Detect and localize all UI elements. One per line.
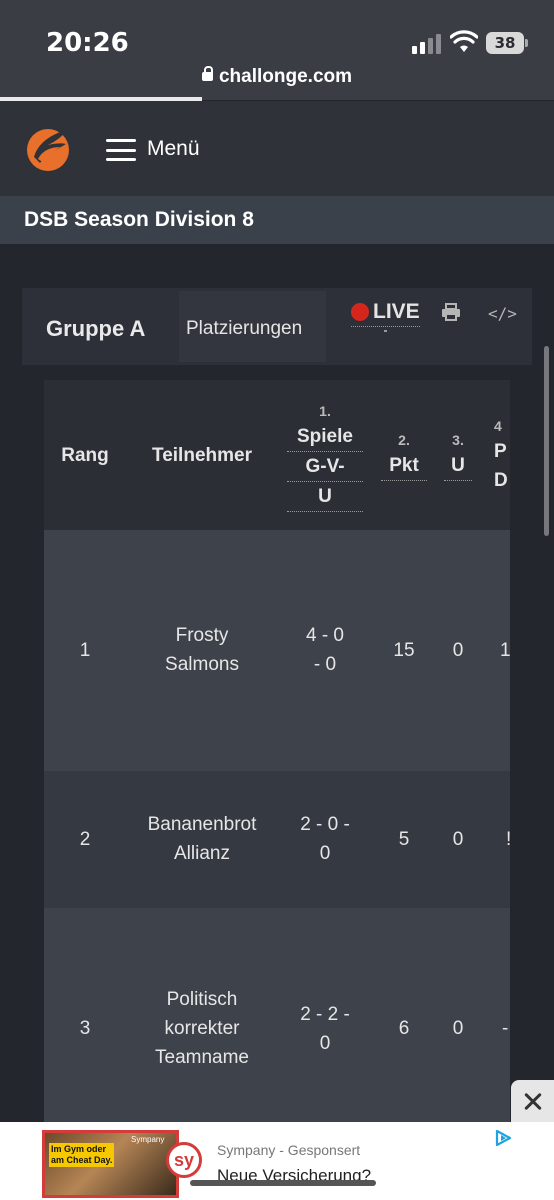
tab-standings[interactable]: Platzierungen: [179, 291, 326, 362]
live-underline: [384, 330, 387, 332]
tab-standings-label: Platzierungen: [186, 318, 303, 339]
row-rank: 1: [79, 640, 91, 661]
row-rank: 2: [79, 829, 91, 850]
sympany-logo-icon: sy: [166, 1142, 202, 1178]
wifi-icon: [450, 30, 478, 52]
group-toolbar: Gruppe A Platzierungen LIVE </>: [22, 288, 532, 365]
row-participant[interactable]: Politisch korrekter Teamname: [126, 985, 278, 1072]
cellular-signal-icon: [412, 34, 441, 54]
column-points-order: 2.: [398, 432, 410, 448]
site-header: Menü: [0, 101, 554, 196]
column-4-order: 4: [494, 418, 502, 434]
row-record: 2 - 0 - 0: [287, 810, 363, 868]
ad-image-brand: Sympany: [131, 1135, 165, 1144]
record-line2: 0: [319, 1033, 331, 1054]
table-header: Rang Teilnehmer 1. Spiele G-V- U 2. Pkt …: [44, 380, 510, 530]
row-draws: 0: [452, 640, 464, 661]
table-row[interactable]: 2 Bananenbrot Allianz 2 - 0 - 0 5 0 !: [44, 771, 510, 908]
embed-code-icon[interactable]: </>: [488, 304, 517, 323]
challonge-logo-icon[interactable]: [24, 123, 72, 173]
clock: 20:26: [46, 28, 129, 58]
close-ad-button[interactable]: [511, 1080, 554, 1122]
row-col4: !: [506, 825, 510, 854]
standings-table: Rang Teilnehmer 1. Spiele G-V- U 2. Pkt …: [44, 380, 510, 1122]
row-col4: -: [502, 1018, 509, 1039]
row-points: 6: [398, 1018, 410, 1039]
column-draws-label: U: [444, 451, 472, 481]
column-games-line3: U: [287, 482, 363, 512]
column-4-line2: D: [494, 470, 508, 491]
participant-name-line3: Teamname: [155, 1047, 249, 1068]
column-draws-order: 3.: [452, 432, 464, 448]
column-4-line1: P: [494, 441, 507, 462]
column-header-games[interactable]: 1. Spiele G-V- U: [287, 400, 363, 512]
participant-name-line2: Salmons: [165, 654, 239, 675]
battery-icon: 38: [486, 32, 528, 54]
tournament-title-bar: DSB Season Division 8: [0, 196, 554, 244]
live-label: LIVE: [373, 300, 420, 323]
page-scrollbar[interactable]: [544, 346, 549, 536]
row-participant[interactable]: Bananenbrot Allianz: [126, 810, 278, 868]
ad-image-headline: Im Gym oder am Cheat Day.: [49, 1143, 115, 1167]
table-row[interactable]: 1 Frosty Salmons 4 - 0 - 0 15 0 1: [44, 530, 510, 771]
row-points: 15: [393, 640, 415, 661]
table-row[interactable]: 3 Politisch korrekter Teamname 2 - 2 - 0…: [44, 908, 510, 1122]
home-indicator: [190, 1180, 376, 1186]
column-points-label: Pkt: [381, 451, 427, 481]
row-draws: 0: [452, 1018, 464, 1039]
ad-image[interactable]: Im Gym oder am Cheat Day. Sympany: [42, 1130, 179, 1198]
row-draws: 0: [452, 829, 464, 850]
url-text: challonge.com: [218, 66, 353, 87]
participant-name-line2: korrekter: [164, 1018, 240, 1039]
column-header-draws[interactable]: 3. U: [444, 429, 472, 481]
ad-banner[interactable]: Im Gym oder am Cheat Day. Sympany sy Sym…: [0, 1122, 554, 1200]
record-line2: 0: [319, 843, 331, 864]
print-icon[interactable]: [441, 302, 461, 322]
hamburger-menu-icon[interactable]: [106, 139, 136, 161]
ad-image-headline-line2: am Cheat Day.: [51, 1155, 113, 1165]
row-col4: 1: [500, 640, 510, 661]
column-header-participant: Teilnehmer: [152, 445, 252, 466]
column-header-4[interactable]: 4 P D: [494, 415, 510, 495]
page-title: DSB Season Division 8: [24, 208, 254, 231]
record-line1: 2 - 0 -: [300, 814, 350, 835]
address-bar[interactable]: challonge.com: [0, 66, 554, 88]
group-name: Gruppe A: [46, 316, 146, 341]
column-games-line1: Spiele: [287, 422, 363, 452]
adchoices-icon[interactable]: [494, 1130, 512, 1146]
row-record: 4 - 0 - 0: [287, 621, 363, 679]
record-line2: - 0: [313, 654, 337, 675]
record-line1: 2 - 2 -: [300, 1004, 350, 1025]
live-button[interactable]: LIVE: [351, 300, 420, 327]
ad-sponsor-label: Sympany - Gesponsert: [217, 1142, 361, 1158]
row-participant[interactable]: Frosty Salmons: [126, 621, 278, 679]
column-header-points[interactable]: 2. Pkt: [381, 429, 427, 481]
lock-icon: [201, 66, 213, 81]
participant-name-line2: Allianz: [174, 843, 230, 864]
live-dot-icon: [351, 303, 369, 321]
column-header-rank: Rang: [61, 445, 109, 466]
ad-image-headline-line1: Im Gym oder: [51, 1144, 107, 1154]
participant-name-line1: Frosty: [175, 625, 229, 646]
row-record: 2 - 2 - 0: [287, 1000, 363, 1058]
menu-button[interactable]: Menü: [147, 137, 200, 161]
row-points: 5: [398, 829, 410, 850]
column-games-order: 1.: [319, 403, 331, 419]
row-rank: 3: [79, 1018, 91, 1039]
participant-name-line1: Bananenbrot: [147, 814, 257, 835]
participant-name-line1: Politisch: [166, 989, 238, 1010]
record-line1: 4 - 0: [305, 625, 345, 646]
status-bar: 20:26 38 challonge.com: [0, 0, 554, 101]
column-games-line2: G-V-: [287, 452, 363, 482]
